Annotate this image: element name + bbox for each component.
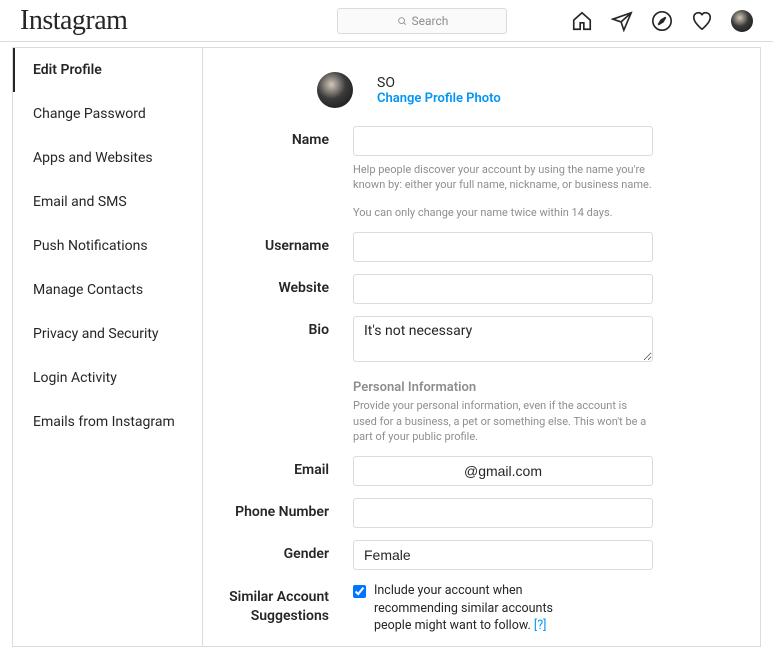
sidebar-item-label: Apps and Websites	[33, 150, 153, 166]
sidebar-item-label: Emails from Instagram	[33, 414, 175, 430]
sidebar-item-change-password[interactable]: Change Password	[13, 92, 202, 136]
profile-avatar-nav[interactable]	[731, 10, 753, 32]
explore-icon[interactable]	[651, 10, 673, 32]
profile-header: SO Change Profile Photo	[317, 72, 720, 108]
edit-profile-form: SO Change Profile Photo Name Help people…	[203, 48, 760, 646]
bio-textarea[interactable]: It's not necessary	[353, 316, 653, 362]
gender-label: Gender	[223, 540, 353, 570]
change-profile-photo-link[interactable]: Change Profile Photo	[377, 91, 501, 106]
username-label: Username	[223, 232, 353, 262]
similar-accounts-description: Include your account when recommending s…	[374, 583, 553, 633]
sidebar-item-label: Login Activity	[33, 370, 117, 386]
settings-panel: Edit Profile Change Password Apps and We…	[12, 47, 761, 647]
profile-avatar[interactable]	[317, 72, 353, 108]
sidebar-item-label: Change Password	[33, 106, 146, 122]
sidebar-item-label: Email and SMS	[33, 194, 127, 210]
personal-info-heading: Personal Information	[353, 380, 653, 395]
phone-label: Phone Number	[223, 498, 353, 528]
sidebar-item-login-activity[interactable]: Login Activity	[13, 356, 202, 400]
phone-input[interactable]	[353, 498, 653, 528]
similar-accounts-label: Similar Account Suggestions	[223, 582, 353, 635]
username-input[interactable]	[353, 232, 653, 262]
settings-sidebar: Edit Profile Change Password Apps and We…	[13, 48, 203, 646]
email-input[interactable]	[353, 456, 653, 486]
nav-icons	[571, 10, 753, 32]
bio-label: Bio	[223, 316, 353, 366]
messages-icon[interactable]	[611, 10, 633, 32]
name-label: Name	[223, 126, 353, 220]
sidebar-item-label: Privacy and Security	[33, 326, 159, 342]
gender-input[interactable]	[353, 540, 653, 570]
similar-accounts-help-link[interactable]: [?]	[534, 618, 547, 633]
top-nav: Instagram Search	[0, 0, 773, 42]
similar-accounts-text: Include your account when recommending s…	[374, 582, 584, 635]
name-help-text-1: Help people discover your account by usi…	[353, 162, 653, 193]
home-icon[interactable]	[571, 10, 593, 32]
sidebar-item-manage-contacts[interactable]: Manage Contacts	[13, 268, 202, 312]
similar-accounts-checkbox[interactable]	[353, 585, 366, 598]
name-help-text-2: You can only change your name twice with…	[353, 205, 653, 220]
personal-info-help: Provide your personal information, even …	[353, 398, 653, 444]
sidebar-item-email-sms[interactable]: Email and SMS	[13, 180, 202, 224]
sidebar-item-push-notifications[interactable]: Push Notifications	[13, 224, 202, 268]
website-input[interactable]	[353, 274, 653, 304]
search-icon	[397, 16, 407, 26]
sidebar-item-label: Manage Contacts	[33, 282, 143, 298]
sidebar-item-edit-profile[interactable]: Edit Profile	[13, 48, 202, 92]
instagram-logo[interactable]: Instagram	[20, 5, 127, 37]
name-input[interactable]	[353, 126, 653, 156]
profile-display-name: SO	[377, 75, 501, 91]
search-placeholder: Search	[412, 14, 449, 28]
search-input[interactable]: Search	[337, 8, 507, 34]
sidebar-item-label: Edit Profile	[33, 62, 102, 78]
sidebar-item-privacy-security[interactable]: Privacy and Security	[13, 312, 202, 356]
sidebar-item-emails-instagram[interactable]: Emails from Instagram	[13, 400, 202, 444]
sidebar-item-apps-websites[interactable]: Apps and Websites	[13, 136, 202, 180]
sidebar-item-label: Push Notifications	[33, 238, 148, 254]
website-label: Website	[223, 274, 353, 304]
activity-icon[interactable]	[691, 10, 713, 32]
email-label: Email	[223, 456, 353, 486]
